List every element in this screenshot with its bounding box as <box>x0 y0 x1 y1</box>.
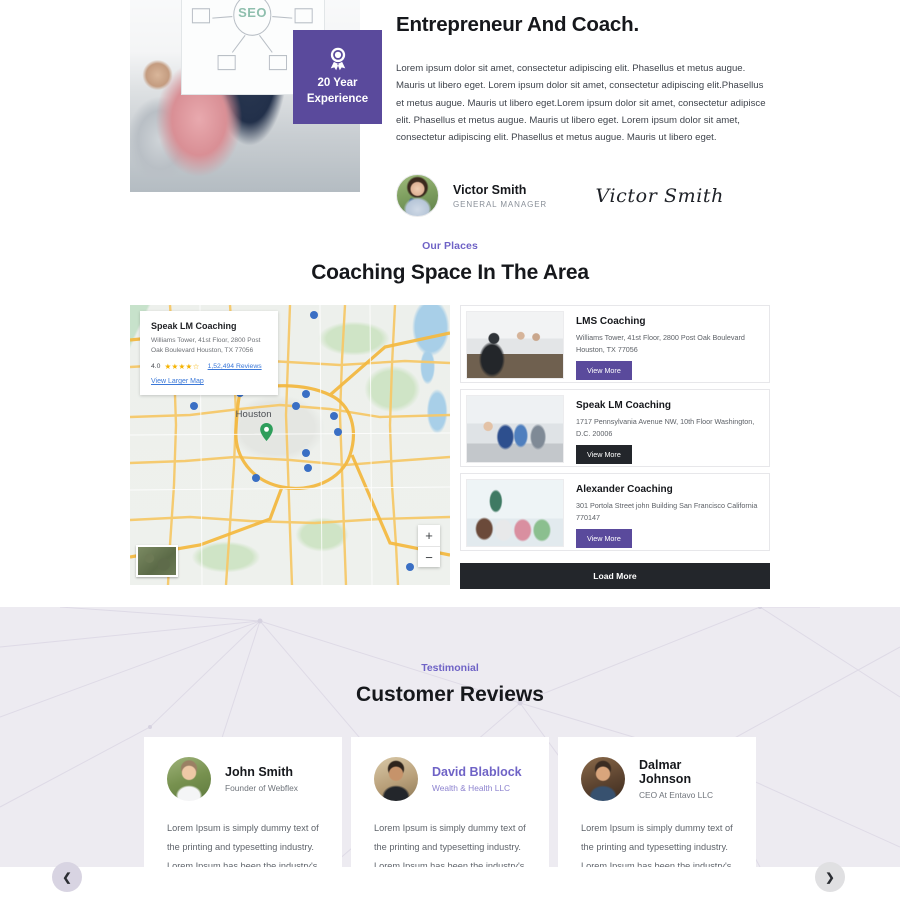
reviewer-role: Founder of Webflex <box>225 783 298 793</box>
testimonial-text: Lorem Ipsum is simply dummy text of the … <box>374 823 526 867</box>
testimonial-meta: Dalmar Johnson CEO At Entavo LLC <box>639 758 733 800</box>
place-name: Speak LM Coaching <box>576 400 672 411</box>
zoom-out-button[interactable]: − <box>418 546 440 567</box>
about-content: Entrepreneur And Coach. Lorem ipsum dolo… <box>396 0 770 221</box>
place-info: LMS Coaching Williams Tower, 41st Floor,… <box>564 311 764 381</box>
place-address: 301 Portola Street john Building San Fra… <box>576 501 758 522</box>
view-more-button[interactable]: View More <box>576 445 632 465</box>
avatar <box>167 757 211 801</box>
map-info-title: Speak LM Coaching <box>151 321 237 331</box>
author-signature: Victor Smith <box>595 184 724 207</box>
experience-badge-text: 20 Year Experience <box>306 77 369 105</box>
author-role: GENERAL MANAGER <box>453 199 548 209</box>
places-body: Houston Speak LM Coaching Williams Tower… <box>130 305 770 589</box>
list-item[interactable]: Alexander Coaching 301 Portola Street jo… <box>460 473 770 551</box>
place-thumbnail <box>466 311 564 379</box>
load-more-button[interactable]: Load More <box>460 563 770 589</box>
map-info-rating: 4.0 ★★★★☆ 1,52,494 Reviews <box>151 362 267 371</box>
map-info-card: Speak LM Coaching Williams Tower, 41st F… <box>140 311 278 396</box>
reviewer-name: Dalmar Johnson <box>639 758 692 786</box>
testimonial-card[interactable]: John Smith Founder of Webflex Lorem Ipsu… <box>144 737 342 867</box>
testimonial-card[interactable]: David Blablock Wealth & Health LLC Lorem… <box>351 737 549 867</box>
place-address: 1717 Pennsylvania Avenue NW, 10th Floor … <box>576 417 755 438</box>
place-info: Speak LM Coaching 1717 Pennsylvania Aven… <box>564 395 764 465</box>
author-name: Victor Smith <box>453 182 527 197</box>
reviewer-name: John Smith <box>225 765 294 779</box>
testimonial-meta: David Blablock Wealth & Health LLC <box>432 765 522 793</box>
map-info-address: Williams Tower, 41st Floor, 2800 Post Oa… <box>151 337 261 355</box>
places-title: Coaching Space In The Area <box>311 261 589 284</box>
places-section: Our Places Coaching Space In The Area Ho… <box>0 232 900 607</box>
avatar <box>396 174 439 218</box>
map-location-pin[interactable] <box>259 422 273 446</box>
map-zoom-controls[interactable]: + − <box>418 525 440 567</box>
list-item[interactable]: Speak LM Coaching 1717 Pennsylvania Aven… <box>460 389 770 467</box>
testimonial-carousel: John Smith Founder of Webflex Lorem Ipsu… <box>144 737 756 867</box>
about-paragraph: Lorem ipsum dolor sit amet, consectetur … <box>396 62 766 144</box>
places-list: LMS Coaching Williams Tower, 41st Floor,… <box>460 305 770 589</box>
rating-value: 4.0 <box>151 363 161 371</box>
testimonial-header: David Blablock Wealth & Health LLC <box>374 757 526 801</box>
place-name: LMS Coaching <box>576 316 646 327</box>
testimonial-meta: John Smith Founder of Webflex <box>225 765 298 793</box>
testimonial-text: Lorem Ipsum is simply dummy text of the … <box>167 823 319 867</box>
carousel-next-button[interactable]: ❯ <box>815 862 845 892</box>
about-title: Entrepreneur And Coach. <box>396 13 639 36</box>
award-ribbon-icon <box>325 46 351 72</box>
view-larger-map-link[interactable]: View Larger Map <box>151 378 267 385</box>
testimonial-header: Dalmar Johnson CEO At Entavo LLC <box>581 757 733 801</box>
place-info: Alexander Coaching 301 Portola Street jo… <box>564 479 764 549</box>
testimonial-text: Lorem Ipsum is simply dummy text of the … <box>581 823 733 867</box>
author-meta: Victor Smith GENERAL MANAGER <box>453 183 547 209</box>
reviewer-name: David Blablock <box>432 765 522 779</box>
avatar <box>374 757 418 801</box>
testimonial-header: John Smith Founder of Webflex <box>167 757 319 801</box>
view-more-button[interactable]: View More <box>576 529 632 549</box>
place-thumbnail <box>466 395 564 463</box>
experience-badge: 20 Year Experience <box>293 30 382 124</box>
map-satellite-thumbnail[interactable] <box>136 545 178 577</box>
place-thumbnail <box>466 479 564 547</box>
avatar <box>581 757 625 801</box>
about-section: 20 YearExperience Entrepreneur And Coach… <box>0 0 900 232</box>
testimonial-card[interactable]: Dalmar Johnson CEO At Entavo LLC Lorem I… <box>558 737 756 867</box>
zoom-in-button[interactable]: + <box>418 525 440 546</box>
testimonial-section: Testimonial Customer Reviews John Smith … <box>0 607 900 867</box>
testimonial-eyebrow: Testimonial <box>421 662 479 674</box>
chevron-right-icon: ❯ <box>825 871 835 884</box>
star-rating-icon: ★★★★☆ <box>164 362 200 372</box>
place-address: Williams Tower, 41st Floor, 2800 Post Oa… <box>576 333 745 354</box>
view-more-button[interactable]: View More <box>576 361 632 381</box>
map[interactable]: Houston Speak LM Coaching Williams Tower… <box>130 305 450 585</box>
map-city-label: Houston <box>235 408 272 420</box>
reviewer-role: Wealth & Health LLC <box>432 783 511 793</box>
reviews-count-link[interactable]: 1,52,494 Reviews <box>208 363 262 370</box>
author-row: Victor Smith GENERAL MANAGER Victor Smit… <box>396 171 770 221</box>
places-eyebrow: Our Places <box>422 240 478 252</box>
list-item[interactable]: LMS Coaching Williams Tower, 41st Floor,… <box>460 305 770 383</box>
reviewer-role: CEO At Entavo LLC <box>639 790 714 800</box>
chevron-left-icon: ❮ <box>62 871 72 884</box>
place-name: Alexander Coaching <box>576 484 673 495</box>
carousel-prev-button[interactable]: ❮ <box>52 862 82 892</box>
testimonial-title: Customer Reviews <box>356 683 544 706</box>
